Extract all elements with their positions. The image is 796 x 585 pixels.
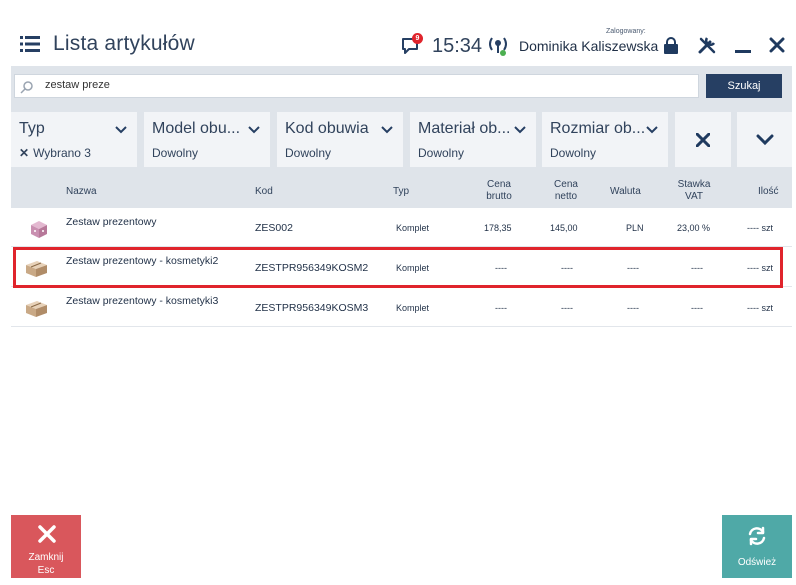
row-net: ---- <box>561 303 573 313</box>
search-icon <box>20 81 33 94</box>
filter-value: Dowolny <box>152 146 199 160</box>
filter-label: Typ <box>19 120 45 137</box>
column-header-vat[interactable]: Stawka VAT <box>674 179 714 203</box>
minimize-icon[interactable] <box>735 50 751 53</box>
search-input[interactable] <box>45 79 685 91</box>
user-name: Dominika Kaliszewska <box>519 38 659 54</box>
row-vat: 23,00 % <box>677 223 711 233</box>
clear-filter-icon[interactable]: ✕ <box>19 146 29 160</box>
filter-label: Kod obuwia <box>285 120 369 137</box>
row-gross: 178,35 <box>484 223 512 233</box>
filter-value: Dowolny <box>550 146 597 160</box>
column-header-vat-line1: Stawka <box>677 179 711 190</box>
filter-shoe-material[interactable]: Materiał ob... Dowolny <box>410 112 536 167</box>
close-button-label: Zamknij Esc <box>11 551 81 577</box>
search-field[interactable] <box>14 74 699 98</box>
row-gross: ---- <box>495 303 507 313</box>
row-currency: ---- <box>627 303 639 313</box>
connection-status-icon <box>489 37 507 56</box>
chevron-down-icon <box>381 126 393 134</box>
close-window-icon[interactable] <box>769 37 785 53</box>
column-header-type[interactable]: Typ <box>393 186 409 198</box>
logged-in-label: Zalogowany: <box>606 28 646 35</box>
column-header-name[interactable]: Nazwa <box>66 186 97 198</box>
column-header-currency[interactable]: Waluta <box>610 186 641 198</box>
search-button[interactable]: Szukaj <box>706 74 782 98</box>
clear-filters-button[interactable] <box>675 112 731 167</box>
gift-box-icon <box>31 221 47 238</box>
row-net: 145,00 <box>550 223 578 233</box>
column-header-gross[interactable]: Cena brutto <box>483 179 515 203</box>
chevron-down-icon <box>646 126 658 134</box>
row-name: Zestaw prezentowy - kosmetyki3 <box>66 295 219 307</box>
column-header-net-line2: netto <box>554 191 578 202</box>
close-button[interactable]: Zamknij Esc <box>11 515 81 578</box>
expand-filters-button[interactable] <box>737 112 792 167</box>
filter-type[interactable]: Typ ✕ Wybrano 3 <box>11 112 137 167</box>
filter-label: Model obu... <box>152 120 241 137</box>
page-title: Lista artykułów <box>53 32 195 55</box>
table-row[interactable]: Zestaw prezentowy ZES002 Komplet 178,35 … <box>11 208 792 247</box>
column-header-gross-line2: brutto <box>486 191 512 202</box>
notification-badge: 9 <box>412 33 423 44</box>
column-header-vat-line2: VAT <box>685 191 703 202</box>
selected-row-highlight <box>13 247 783 288</box>
chevron-down-icon <box>756 134 774 146</box>
chevron-down-icon <box>248 126 260 134</box>
row-name: Zestaw prezentowy <box>66 216 157 228</box>
filter-value-text: Wybrano 3 <box>33 146 91 160</box>
filter-value: Dowolny <box>285 146 332 160</box>
row-currency: PLN <box>626 223 644 233</box>
column-header-qty[interactable]: Ilość <box>758 186 779 198</box>
row-type: Komplet <box>396 303 430 313</box>
row-qty: ---- szt <box>747 303 773 313</box>
close-label-line1: Zamknij <box>28 552 64 563</box>
filter-value: Dowolny <box>418 146 465 160</box>
row-code: ZESTPR956349KOSM3 <box>255 302 369 314</box>
row-qty: ---- szt <box>747 223 773 233</box>
column-header-code[interactable]: Kod <box>255 186 273 198</box>
table-header: Nazwa Kod Typ Cena brutto Cena netto Walut… <box>11 175 792 208</box>
tools-icon[interactable] <box>698 36 716 54</box>
close-icon <box>696 133 710 147</box>
menu-icon[interactable] <box>20 36 40 52</box>
refresh-icon <box>748 526 766 546</box>
column-header-gross-line1: Cena <box>487 179 511 190</box>
lock-icon[interactable] <box>663 37 679 54</box>
close-label-line2: Esc <box>37 565 55 576</box>
row-code: ZES002 <box>255 222 293 234</box>
clock: 15:34 <box>432 35 483 57</box>
parcel-icon <box>26 301 47 317</box>
refresh-button[interactable]: Odśwież <box>722 515 792 578</box>
chevron-down-icon <box>115 126 127 134</box>
close-icon <box>38 525 56 543</box>
refresh-button-label: Odśwież <box>737 557 777 568</box>
chevron-down-icon <box>514 126 526 134</box>
column-header-net[interactable]: Cena netto <box>550 179 582 203</box>
filter-shoe-model[interactable]: Model obu... Dowolny <box>144 112 270 167</box>
row-vat: ---- <box>691 303 703 313</box>
filter-shoe-size[interactable]: Rozmiar ob... Dowolny <box>542 112 668 167</box>
row-type: Komplet <box>396 223 430 233</box>
filter-value: ✕ Wybrano 3 <box>19 146 91 160</box>
column-header-net-line1: Cena <box>554 179 578 190</box>
table-row[interactable]: Zestaw prezentowy - kosmetyki3 ZESTPR956… <box>11 288 792 327</box>
filter-label: Rozmiar ob... <box>550 120 646 137</box>
filter-label: Materiał ob... <box>418 120 511 137</box>
filter-shoe-code[interactable]: Kod obuwia Dowolny <box>277 112 403 167</box>
footer-bar <box>0 512 796 585</box>
